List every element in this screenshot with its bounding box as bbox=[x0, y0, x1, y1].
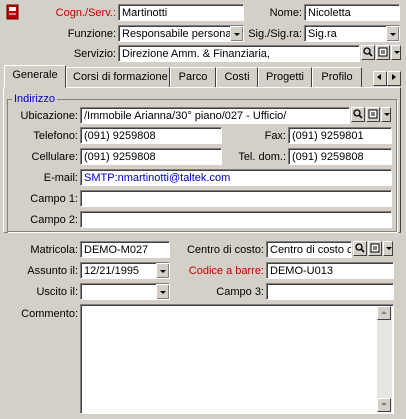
tab-scroll-left-icon[interactable] bbox=[373, 71, 387, 86]
campo3-field[interactable] bbox=[266, 283, 394, 300]
nome-label: Nome: bbox=[269, 7, 302, 19]
campo2-field[interactable] bbox=[80, 211, 392, 228]
record-icon[interactable] bbox=[6, 4, 20, 20]
sigsigra-label: Sig./Sig.ra: bbox=[248, 28, 302, 40]
ubicazione-field[interactable]: /Immobile Arianna/30° piano/027 - Uffici… bbox=[80, 107, 350, 124]
campo2-label: Campo 2: bbox=[30, 214, 78, 226]
codice-a-barre-field[interactable]: DEMO-U013 bbox=[266, 262, 394, 279]
search-icon[interactable] bbox=[361, 45, 375, 60]
campo1-field[interactable] bbox=[80, 190, 392, 207]
search-icon[interactable] bbox=[351, 107, 365, 122]
email-field[interactable]: SMTP:nmartinotti@taltek.com bbox=[80, 169, 392, 186]
campo3-label: Campo 3: bbox=[216, 286, 264, 298]
chevron-down-icon[interactable] bbox=[230, 26, 243, 41]
tab-scroll-right-icon[interactable] bbox=[387, 71, 401, 86]
commento-label: Commento: bbox=[21, 308, 78, 320]
chevron-down-icon[interactable] bbox=[381, 107, 391, 122]
sigsigra-select[interactable]: Sig.ra bbox=[304, 25, 400, 42]
uscito-date-picker[interactable] bbox=[80, 283, 170, 300]
telefono-field[interactable]: (091) 9259808 bbox=[80, 127, 222, 144]
funzione-label: Funzione: bbox=[67, 28, 116, 40]
tab-costi[interactable]: Costi bbox=[216, 67, 258, 87]
matricola-field[interactable]: DEMO-M027 bbox=[80, 241, 170, 258]
chevron-down-icon[interactable] bbox=[386, 26, 399, 41]
commento-scrollbar[interactable] bbox=[377, 306, 392, 412]
cellulare-label: Cellulare: bbox=[31, 151, 78, 163]
ubicazione-label: Ubicazione: bbox=[20, 110, 78, 122]
codice-a-barre-label: Codice a barre: bbox=[188, 265, 264, 277]
centro-di-costo-label: Centro di costo: bbox=[186, 244, 264, 256]
chevron-down-icon[interactable] bbox=[383, 241, 393, 256]
scroll-down-icon[interactable] bbox=[377, 398, 391, 412]
tab-generale[interactable]: Generale bbox=[4, 65, 66, 88]
tab-progetti[interactable]: Progetti bbox=[258, 67, 312, 87]
telefono-label: Telefono: bbox=[33, 130, 78, 142]
matricola-label: Matricola: bbox=[30, 244, 78, 256]
cognome-field[interactable]: Martinotti bbox=[118, 4, 244, 21]
chevron-down-icon[interactable] bbox=[156, 284, 169, 299]
funzione-select[interactable]: Responsabile personale bbox=[118, 25, 244, 42]
scroll-up-icon[interactable] bbox=[377, 306, 391, 320]
cognome-label: Cogn./Serv.: bbox=[55, 7, 116, 19]
tab-parco[interactable]: Parco bbox=[170, 67, 216, 87]
teldom-field[interactable]: (091) 9259808 bbox=[288, 148, 392, 165]
campo1-label: Campo 1: bbox=[30, 193, 78, 205]
email-label: E-mail: bbox=[43, 172, 78, 184]
details-icon[interactable] bbox=[376, 45, 390, 60]
assunto-label: Assunto il: bbox=[27, 265, 78, 277]
fax-field[interactable]: (091) 9259801 bbox=[288, 127, 392, 144]
funzione-value: Responsabile personale bbox=[122, 28, 241, 40]
tab-corsi-di-formazione[interactable]: Corsi di formazione bbox=[66, 67, 170, 87]
details-icon[interactable] bbox=[366, 107, 380, 122]
servizio-label: Servizio: bbox=[73, 48, 116, 60]
fax-label: Fax: bbox=[264, 130, 286, 142]
servizio-field[interactable]: Direzione Amm. & Finanziaria, bbox=[118, 45, 360, 62]
uscito-label: Uscito il: bbox=[36, 286, 78, 298]
commento-textarea[interactable] bbox=[80, 304, 394, 414]
assunto-value: 12/21/1995 bbox=[84, 265, 140, 277]
teldom-label: Tel. dom.: bbox=[238, 151, 286, 163]
chevron-down-icon[interactable] bbox=[391, 45, 401, 60]
nome-field[interactable]: Nicoletta bbox=[304, 4, 400, 21]
assunto-date-picker[interactable]: 12/21/1995 bbox=[80, 262, 170, 279]
centro-di-costo-field[interactable]: Centro di costo co bbox=[266, 241, 352, 258]
details-icon[interactable] bbox=[368, 241, 382, 256]
sigsigra-value: Sig.ra bbox=[308, 28, 337, 40]
indirizzo-title: Indirizzo bbox=[12, 93, 57, 105]
search-icon[interactable] bbox=[353, 241, 367, 256]
chevron-down-icon[interactable] bbox=[156, 263, 169, 278]
cellulare-field[interactable]: (091) 9259808 bbox=[80, 148, 222, 165]
tab-profilo[interactable]: Profilo bbox=[312, 67, 362, 87]
